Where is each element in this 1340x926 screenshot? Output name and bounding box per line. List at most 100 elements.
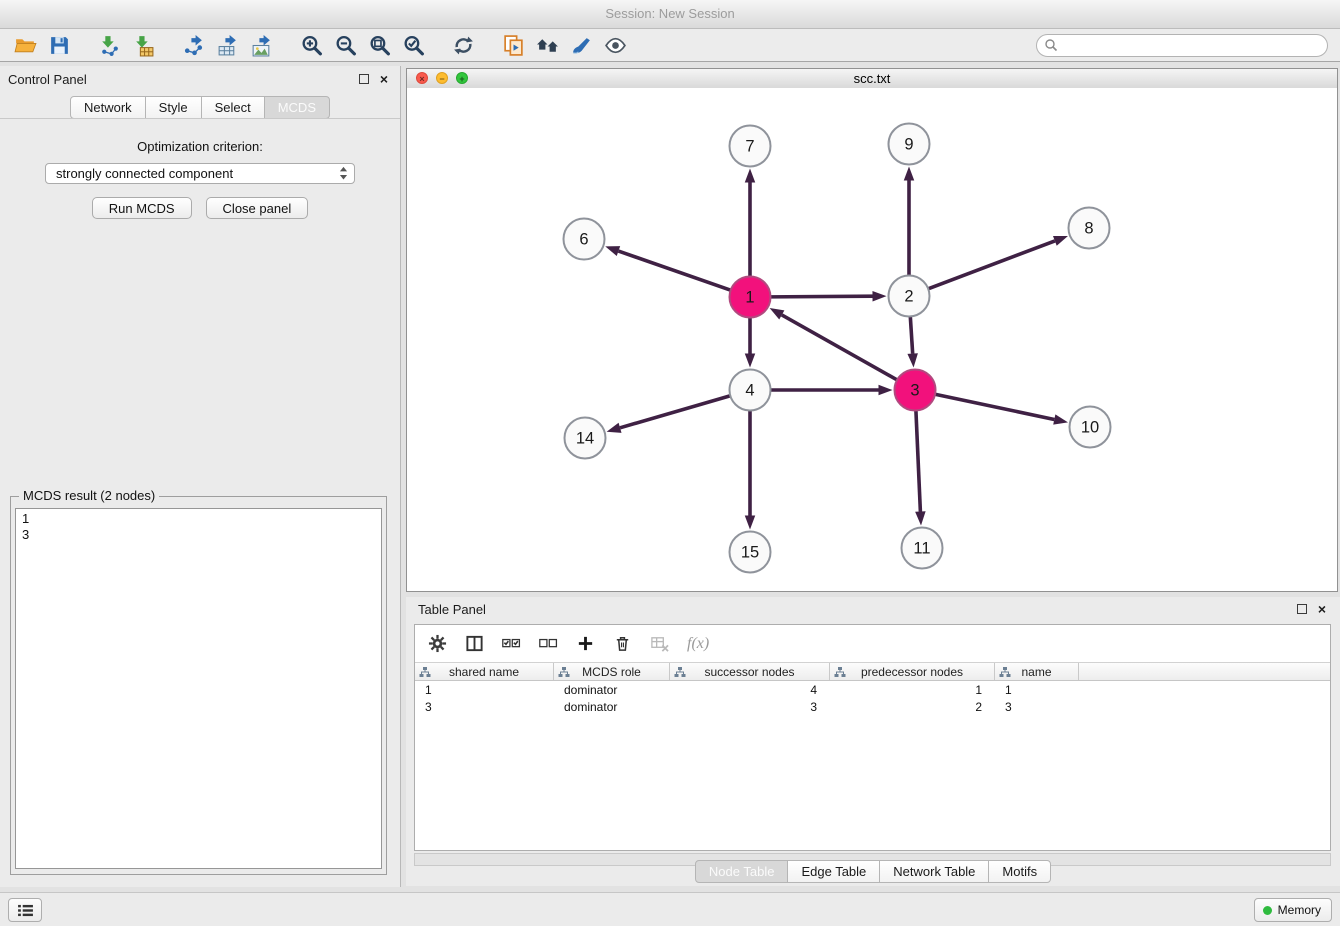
minimize-window-icon[interactable]: − bbox=[436, 72, 448, 84]
network-view-window: × − + scc.txt 7968124314101511 bbox=[406, 68, 1338, 592]
column-header-name[interactable]: name bbox=[995, 663, 1079, 680]
graph-edge-arrow bbox=[915, 511, 925, 525]
graph-node-label: 10 bbox=[1081, 419, 1099, 437]
tab-mcds[interactable]: MCDS bbox=[264, 96, 330, 119]
column-header-shared-name[interactable]: shared name bbox=[415, 663, 554, 680]
table-cell: 3 bbox=[415, 700, 554, 714]
graph-node-label: 2 bbox=[904, 288, 913, 306]
graph-edge-arrow bbox=[745, 169, 756, 183]
home-icon[interactable] bbox=[530, 31, 564, 59]
graph-edge-arrow bbox=[1053, 414, 1068, 424]
mcds-result-title: MCDS result (2 nodes) bbox=[19, 488, 159, 503]
network-graph[interactable]: 7968124314101511 bbox=[407, 88, 1337, 591]
graph-edge-1-6[interactable] bbox=[618, 251, 730, 290]
zoom-window-icon[interactable]: + bbox=[456, 72, 468, 84]
graph-edge-3-1[interactable] bbox=[782, 315, 897, 380]
zoom-fit-icon[interactable] bbox=[362, 31, 396, 59]
zoom-in-icon[interactable] bbox=[294, 31, 328, 59]
table-panel-header: Table Panel × bbox=[406, 597, 1340, 621]
style-brush-icon[interactable] bbox=[564, 31, 598, 59]
deselect-all-columns-icon[interactable] bbox=[539, 634, 558, 653]
delete-column-icon[interactable] bbox=[613, 634, 632, 653]
export-image-icon[interactable] bbox=[244, 31, 278, 59]
dropdown-stepper-icon bbox=[339, 166, 348, 181]
network-canvas[interactable]: 7968124314101511 bbox=[407, 88, 1337, 591]
criterion-dropdown-value: strongly connected component bbox=[56, 166, 233, 181]
tab-edge-table[interactable]: Edge Table bbox=[787, 860, 880, 883]
node-table-container: f(x) shared nameMCDS rolesuccessor nodes… bbox=[414, 624, 1331, 851]
tab-style[interactable]: Style bbox=[145, 96, 202, 119]
table-cell: 2 bbox=[830, 700, 995, 714]
graph-edge-2-8[interactable] bbox=[928, 241, 1055, 289]
network-window-titlebar[interactable]: × − + scc.txt bbox=[407, 69, 1337, 89]
criterion-dropdown[interactable]: strongly connected component bbox=[45, 163, 355, 184]
graph-node-label: 7 bbox=[745, 138, 754, 156]
table-row[interactable]: 3dominator323 bbox=[415, 698, 1330, 715]
function-builder-icon: f(x) bbox=[687, 635, 709, 653]
select-all-columns-icon[interactable] bbox=[502, 634, 521, 653]
show-columns-icon[interactable] bbox=[465, 634, 484, 653]
create-column-icon[interactable] bbox=[576, 634, 595, 653]
eye-icon[interactable] bbox=[598, 31, 632, 59]
mcds-result-line: 1 bbox=[22, 511, 375, 527]
graph-edge-arrow bbox=[607, 423, 622, 433]
graph-edge-arrow bbox=[879, 385, 893, 396]
memory-button-label: Memory bbox=[1278, 903, 1321, 917]
graph-edge-3-11[interactable] bbox=[916, 410, 920, 511]
duplicate-network-icon[interactable] bbox=[496, 31, 530, 59]
task-history-button[interactable] bbox=[8, 898, 42, 922]
column-header-predecessor-nodes[interactable]: predecessor nodes bbox=[830, 663, 995, 680]
run-mcds-button[interactable]: Run MCDS bbox=[92, 197, 192, 219]
graph-edge-3-10[interactable] bbox=[935, 394, 1054, 419]
tab-network[interactable]: Network bbox=[70, 96, 146, 119]
search-input[interactable] bbox=[1036, 34, 1328, 57]
memory-button[interactable]: Memory bbox=[1254, 898, 1332, 922]
mcds-result-list[interactable]: 13 bbox=[15, 508, 382, 869]
graph-node-label: 3 bbox=[910, 382, 919, 400]
column-header-filler bbox=[1079, 663, 1330, 680]
float-table-panel-icon[interactable] bbox=[1297, 604, 1307, 614]
tab-select[interactable]: Select bbox=[201, 96, 265, 119]
graph-edge-arrow bbox=[745, 354, 756, 368]
open-session-icon[interactable] bbox=[8, 31, 42, 59]
import-network-icon[interactable] bbox=[92, 31, 126, 59]
control-panel-title: Control Panel bbox=[8, 72, 87, 87]
table-row[interactable]: 1dominator411 bbox=[415, 681, 1330, 698]
table-cell: 3 bbox=[995, 700, 1079, 714]
tab-network-table[interactable]: Network Table bbox=[879, 860, 989, 883]
column-header-successor-nodes[interactable]: successor nodes bbox=[670, 663, 830, 680]
graph-edge-1-2[interactable] bbox=[770, 296, 872, 297]
table-body: 1dominator4113dominator323 bbox=[415, 681, 1330, 715]
table-cell: 4 bbox=[670, 683, 830, 697]
graph-edge-2-3[interactable] bbox=[910, 316, 912, 353]
table-toolbar: f(x) bbox=[415, 625, 1330, 662]
graph-edge-arrow bbox=[1053, 236, 1068, 246]
export-network-icon[interactable] bbox=[176, 31, 210, 59]
import-table-icon[interactable] bbox=[126, 31, 160, 59]
export-table-icon[interactable] bbox=[210, 31, 244, 59]
graph-edge-arrow bbox=[904, 167, 915, 181]
window-titlebar[interactable]: Session: New Session bbox=[0, 0, 1340, 29]
graph-edge-4-14[interactable] bbox=[620, 396, 730, 428]
zoom-selected-icon[interactable] bbox=[396, 31, 430, 59]
close-panel-button[interactable]: Close panel bbox=[206, 197, 309, 219]
control-panel: Control Panel × Network Style Select MCD… bbox=[0, 66, 401, 887]
network-window-title: scc.txt bbox=[854, 71, 891, 86]
close-panel-icon[interactable]: × bbox=[380, 72, 388, 86]
graph-node-label: 6 bbox=[579, 231, 588, 249]
gear-icon[interactable] bbox=[428, 634, 447, 653]
close-window-icon[interactable]: × bbox=[416, 72, 428, 84]
float-panel-icon[interactable] bbox=[359, 74, 369, 84]
graph-node-label: 8 bbox=[1084, 220, 1093, 238]
refresh-icon[interactable] bbox=[446, 31, 480, 59]
zoom-out-icon[interactable] bbox=[328, 31, 362, 59]
search-box[interactable] bbox=[1036, 34, 1328, 57]
column-header-MCDS-role[interactable]: MCDS role bbox=[554, 663, 670, 680]
save-session-icon[interactable] bbox=[42, 31, 76, 59]
tab-node-table[interactable]: Node Table bbox=[695, 860, 789, 883]
tab-motifs[interactable]: Motifs bbox=[988, 860, 1051, 883]
search-icon bbox=[1044, 38, 1058, 52]
control-panel-header: Control Panel × bbox=[0, 66, 400, 92]
delete-table-icon bbox=[650, 634, 669, 653]
close-table-panel-icon[interactable]: × bbox=[1318, 601, 1326, 617]
